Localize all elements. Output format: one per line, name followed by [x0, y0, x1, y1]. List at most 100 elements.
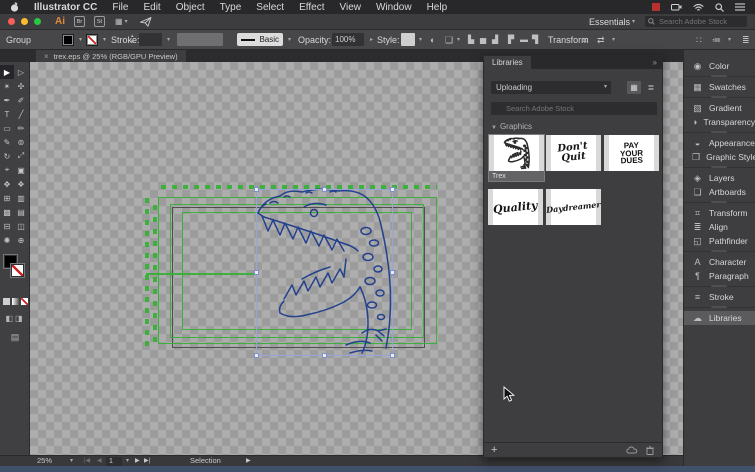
- menu-file[interactable]: File: [112, 2, 128, 13]
- align-left-icon[interactable]: ▙: [468, 30, 474, 50]
- brush-definition-dropdown[interactable]: Basic: [237, 33, 283, 46]
- arrange-documents-chevron-icon[interactable]: ▾: [125, 18, 128, 25]
- opacity-field[interactable]: 100%: [332, 33, 364, 46]
- selection-handle-bottom-left[interactable]: [254, 353, 259, 358]
- panel-options-icon[interactable]: ≔: [712, 30, 721, 50]
- zoom-tool[interactable]: ⊕: [14, 233, 28, 247]
- scale-tool[interactable]: ⤢: [14, 149, 28, 163]
- library-search-input[interactable]: [491, 102, 657, 115]
- pencil-tool[interactable]: ✎: [0, 135, 14, 149]
- direct-selection-tool[interactable]: ▷: [14, 65, 28, 79]
- share-icon[interactable]: [139, 16, 152, 27]
- document-tab[interactable]: × trex.eps @ 25% (RGB/GPU Preview): [36, 50, 186, 62]
- adobe-stock-search-input[interactable]: [645, 16, 747, 27]
- close-window-button[interactable]: [8, 18, 15, 25]
- symbol-sprayer-tool[interactable]: ✥: [0, 177, 14, 191]
- stroke-color-swatch[interactable]: [86, 34, 98, 46]
- menu-help[interactable]: Help: [427, 2, 448, 13]
- shaper-tool[interactable]: ⊚: [14, 135, 28, 149]
- selection-tool[interactable]: ▶: [0, 65, 14, 79]
- library-select-dropdown[interactable]: Uploading ▾: [491, 81, 611, 94]
- curvature-tool[interactable]: ✐: [14, 93, 28, 107]
- selection-handle-top-right[interactable]: [390, 187, 395, 192]
- graphics-section-header[interactable]: ▼ Graphics: [491, 122, 532, 131]
- style-chevron-icon[interactable]: ▾: [419, 30, 422, 50]
- stroke-chevron-icon[interactable]: ▾: [103, 30, 106, 50]
- close-document-icon[interactable]: ×: [44, 52, 49, 61]
- isolate-chevron-icon[interactable]: ▾: [612, 30, 615, 50]
- screen-mode-icon[interactable]: ▤: [0, 332, 30, 343]
- style-swatch[interactable]: [401, 33, 415, 46]
- wifi-icon[interactable]: [693, 3, 704, 12]
- dock-item-artboards[interactable]: ❏ Artboards: [684, 185, 755, 199]
- zoom-window-button[interactable]: [34, 18, 41, 25]
- libraries-tab[interactable]: Libraries: [484, 56, 531, 69]
- stroke-weight-chevron-icon[interactable]: ▾: [167, 30, 170, 50]
- add-content-button[interactable]: +: [491, 443, 497, 458]
- menu-window[interactable]: Window: [376, 2, 412, 13]
- notification-center-icon[interactable]: [735, 3, 745, 11]
- menu-object[interactable]: Object: [176, 2, 205, 13]
- apple-menu-icon[interactable]: [10, 2, 19, 12]
- dock-item-transform[interactable]: ⌗ Transform: [684, 206, 755, 220]
- dock-item-paragraph[interactable]: ¶ Paragraph: [684, 269, 755, 283]
- magic-wand-tool[interactable]: ✴: [0, 79, 14, 93]
- grid-view-button[interactable]: ▦: [627, 81, 641, 94]
- brush-chevron-icon[interactable]: ▾: [288, 30, 291, 50]
- perspective-grid-tool[interactable]: ⊞: [0, 191, 14, 205]
- collapse-panel-icon[interactable]: »: [653, 56, 657, 69]
- menu-edit[interactable]: Edit: [143, 2, 160, 13]
- dock-item-layers[interactable]: ◈ Layers: [684, 171, 755, 185]
- stock-button[interactable]: St: [94, 16, 105, 27]
- document-setup-icon[interactable]: ❏: [445, 30, 453, 50]
- artboard-tool[interactable]: ◫: [14, 219, 28, 233]
- variable-width-profile-field[interactable]: [177, 33, 223, 46]
- rotate-tool[interactable]: ↻: [0, 149, 14, 163]
- selection-handle-bottom-right[interactable]: [390, 353, 395, 358]
- bridge-button[interactable]: Br: [74, 16, 85, 27]
- dock-item-character[interactable]: A Character: [684, 255, 755, 269]
- stroke-weight-field[interactable]: [139, 33, 162, 46]
- graph-tool[interactable]: ❖: [14, 177, 28, 191]
- pen-tool[interactable]: ✒: [0, 93, 14, 107]
- selection-bounding-box[interactable]: [256, 189, 393, 356]
- align-bottom-icon[interactable]: ▜: [532, 30, 538, 50]
- fill-chevron-icon[interactable]: ▾: [79, 30, 82, 50]
- camera-icon[interactable]: [671, 3, 682, 11]
- selection-handle-bottom-center[interactable]: [322, 353, 327, 358]
- paintbrush-tool[interactable]: ✏: [14, 121, 28, 135]
- isolate-selection-icon[interactable]: ⇄: [597, 30, 605, 50]
- rectangle-tool[interactable]: ▭: [0, 121, 14, 135]
- align-top-icon[interactable]: ▛: [508, 30, 514, 50]
- color-mode-button[interactable]: [2, 298, 10, 305]
- dock-item-stroke[interactable]: ≡ Stroke: [684, 290, 755, 304]
- delete-icon[interactable]: [646, 445, 654, 455]
- fill-color-swatch[interactable]: [62, 34, 74, 46]
- align-center-icon[interactable]: ▅: [480, 30, 486, 50]
- mesh-tool[interactable]: ▥: [14, 191, 28, 205]
- menu-view[interactable]: View: [339, 2, 361, 13]
- panel-options-chevron-icon[interactable]: ▾: [728, 30, 731, 50]
- menu-select[interactable]: Select: [256, 2, 284, 13]
- menu-type[interactable]: Type: [220, 2, 242, 13]
- library-item-quality[interactable]: Quality: [488, 189, 543, 225]
- type-tool[interactable]: T: [0, 107, 14, 121]
- gradient-mode-button[interactable]: [11, 298, 19, 305]
- selection-handle-top-center[interactable]: [322, 187, 327, 192]
- dock-item-libraries[interactable]: ☁ Libraries: [684, 311, 755, 325]
- selection-handle-middle-right[interactable]: [390, 270, 395, 275]
- line-segment-tool[interactable]: ╱: [14, 107, 28, 121]
- lasso-tool[interactable]: ✣: [14, 79, 28, 93]
- list-view-button[interactable]: ≣: [644, 81, 658, 94]
- library-item-daydreamer[interactable]: Daydreamer: [546, 189, 601, 225]
- blend-tool[interactable]: ⊟: [0, 219, 14, 233]
- arrange-documents-icon[interactable]: ▦: [115, 17, 123, 26]
- recolor-artwork-icon[interactable]: ◐: [430, 30, 435, 50]
- free-transform-tool[interactable]: ▣: [14, 163, 28, 177]
- dock-item-graphic-styles[interactable]: ❐ Graphic Styles: [684, 150, 755, 164]
- dock-item-gradient[interactable]: ▧ Gradient: [684, 101, 755, 115]
- dock-item-color[interactable]: ◉ Color: [684, 59, 755, 73]
- dock-item-pathfinder[interactable]: ◱ Pathfinder: [684, 234, 755, 248]
- menu-illustrator[interactable]: Illustrator CC: [34, 2, 97, 13]
- dock-item-swatches[interactable]: ▦ Swatches: [684, 80, 755, 94]
